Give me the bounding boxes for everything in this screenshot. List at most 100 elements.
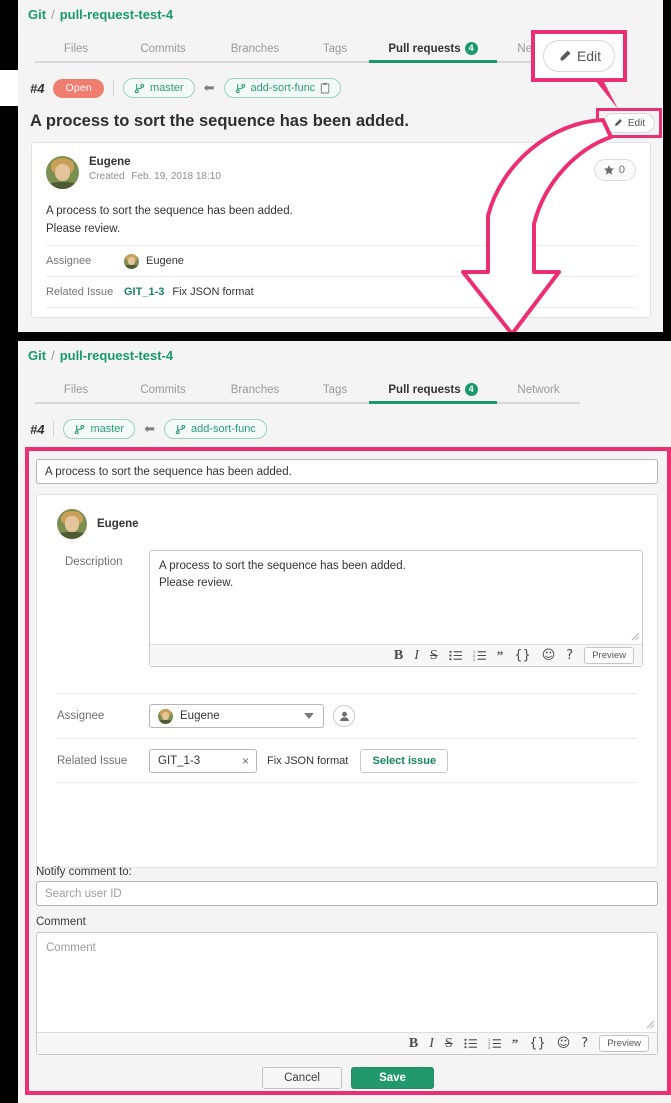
branch-icon [235,83,245,93]
created-label: Created [89,171,125,182]
help-icon[interactable]: ? [566,649,573,662]
breadcrumb-root[interactable]: Git [28,348,46,363]
tab-tags[interactable]: Tags [301,384,369,404]
description-textarea[interactable]: A process to sort the sequence has been … [149,550,643,667]
italic-icon[interactable]: I [414,648,419,663]
description-label: Description [65,556,123,568]
title-input-value: A process to sort the sequence has been … [45,465,292,478]
comment-body-line: A process to sort the sequence has been … [46,205,293,217]
notify-input[interactable]: Search user ID [36,881,658,906]
tab-tags[interactable]: Tags [301,43,369,63]
edit-button-magnified[interactable]: Edit [543,40,615,72]
tab-branches[interactable]: Branches [209,43,301,63]
title-input[interactable]: A process to sort the sequence has been … [36,459,658,484]
curved-down-arrow-icon [461,118,613,336]
assignee-row: Assignee Eugene [57,693,637,738]
tab-files[interactable]: Files [35,384,117,404]
tab-label: Pull requests [388,43,461,55]
arrow-left-icon: ⬅ [144,421,155,436]
avatar [46,156,79,189]
tab-branches[interactable]: Branches [209,384,301,404]
breadcrumb-repo[interactable]: pull-request-test-4 [60,348,173,363]
tab-files[interactable]: Files [35,43,117,63]
compare-branch-name: add-sort-func [191,423,256,435]
breadcrumb-separator: / [51,7,55,22]
notify-label: Notify comment to: [36,866,132,878]
assignee-select[interactable]: Eugene [149,704,324,728]
bullet-list-icon[interactable] [464,1038,477,1049]
comment-textarea[interactable]: Comment B I S 1 2 3 ” {} ☺ ? Preview [36,932,658,1055]
tab-commits[interactable]: Commits [117,43,209,63]
tab-label: Network [517,384,560,396]
numbered-list-icon[interactable]: 1 2 3 [473,650,486,661]
avatar [124,253,139,269]
related-issue-row: Related Issue GIT_1-3 × Fix JSON format … [57,738,637,782]
description-line: A process to sort the sequence has been … [159,560,406,572]
top-tabbar: Files Commits Branches Tags Pull request… [35,33,580,63]
strikethrough-icon[interactable]: S [430,648,438,663]
comment-label: Comment [36,916,86,928]
quote-icon[interactable]: ” [512,1037,519,1050]
base-branch-name: master [149,82,184,94]
numbered-list-icon[interactable]: 1 2 3 [488,1038,501,1049]
select-issue-button[interactable]: Select issue [360,748,449,773]
clipboard-icon[interactable] [320,82,330,94]
description-toolbar: B I S 1 2 3 ” {} ☺ ? Preview [150,644,642,666]
code-icon[interactable]: {} [514,649,531,662]
preview-button[interactable]: Preview [584,647,634,664]
emoji-icon[interactable]: ☺ [542,649,556,662]
breadcrumb-separator: / [51,348,55,363]
compare-branch-chip[interactable]: add-sort-func [164,419,267,439]
meta-label: Related Issue [46,286,114,298]
base-branch-chip[interactable]: master [63,419,136,439]
related-issue-title: Fix JSON format [267,754,349,767]
related-issue-bottom-rule [57,782,637,783]
close-icon[interactable]: × [242,754,249,768]
preview-button[interactable]: Preview [599,1035,649,1052]
related-issue-input[interactable]: GIT_1-3 × [149,748,257,773]
tab-pull-requests[interactable]: Pull requests 4 [369,42,497,63]
cancel-button[interactable]: Cancel [262,1067,342,1089]
bullet-list-icon[interactable] [449,650,462,661]
breadcrumb: Git / pull-request-test-4 [28,348,173,363]
compare-branch-chip[interactable]: add-sort-func [223,78,342,98]
tab-label: Branches [230,43,280,55]
base-branch-chip[interactable]: master [122,78,195,98]
left-bar-notch [0,70,18,106]
tab-commits[interactable]: Commits [117,384,209,404]
strikethrough-icon[interactable]: S [445,1036,453,1051]
tab-pull-requests[interactable]: Pull requests 4 [369,383,497,404]
breadcrumb-repo[interactable]: pull-request-test-4 [60,7,173,22]
tab-badge-count: 4 [464,383,478,396]
help-icon[interactable]: ? [581,1037,588,1050]
panel-separator [0,332,671,341]
bold-icon[interactable]: B [409,1036,418,1051]
save-button[interactable]: Save [351,1067,434,1089]
quote-icon[interactable]: ” [497,649,504,662]
resize-grip-icon[interactable] [631,632,640,641]
italic-icon[interactable]: I [429,1036,434,1051]
tab-badge-count: 4 [464,42,478,55]
assign-to-me-button[interactable] [333,705,355,727]
tab-label: Pull requests [388,384,461,396]
edit-card: Eugene Description A process to sort the… [36,494,658,868]
comment-placeholder-text: Comment [46,942,96,954]
pr-number: #4 [30,80,45,96]
emoji-icon[interactable]: ☺ [557,1037,571,1050]
assignee-label: Assignee [57,710,105,722]
related-issue-link[interactable]: GIT_1-3 [124,286,164,298]
notify-input-placeholder: Search user ID [45,887,122,900]
bold-icon[interactable]: B [394,648,403,663]
divider [53,421,55,437]
related-issue-title: Fix JSON format [172,286,254,298]
code-icon[interactable]: {} [529,1037,546,1050]
assignee-value: Eugene [180,710,220,722]
breadcrumb-root[interactable]: Git [28,7,46,22]
branch-icon [75,424,85,434]
tab-network[interactable]: Network [497,384,580,404]
breadcrumb: Git / pull-request-test-4 [28,7,173,22]
tab-label: Commits [140,384,186,396]
pr-number: #4 [30,421,45,437]
resize-grip-icon[interactable] [646,1020,655,1029]
tab-label: Commits [140,43,186,55]
